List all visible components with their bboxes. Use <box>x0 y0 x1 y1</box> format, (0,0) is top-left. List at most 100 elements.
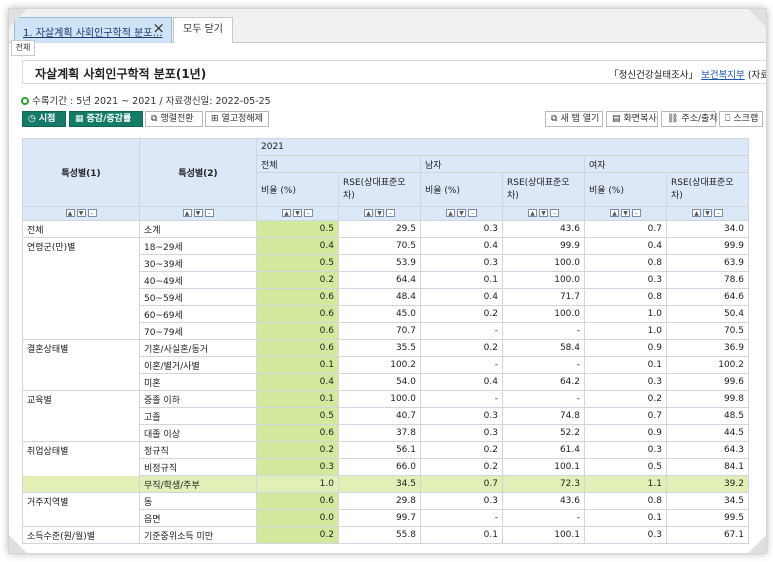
row-subcategory: 30~39세 <box>139 254 257 272</box>
table-cell: 40.7 <box>338 407 421 425</box>
table-cell: 64.4 <box>338 271 421 289</box>
title-bar: 자살계획 사회인구학적 분포(1년) 「정신건강실태조사」 보건복지부 (자료 <box>22 60 766 84</box>
table-cell: 0.0 <box>256 509 339 527</box>
table-cell: 70.7 <box>338 322 421 340</box>
sort-desc-icon[interactable]: ▼ <box>76 209 86 217</box>
table-cell: 56.1 <box>338 441 421 459</box>
table-cell: 0.3 <box>584 271 667 289</box>
sort-asc-icon[interactable]: ▲ <box>282 209 291 217</box>
sort-asc-icon[interactable]: ▲ <box>364 209 373 217</box>
table-cell: 100.0 <box>502 271 585 289</box>
table-cell: 63.9 <box>666 254 749 272</box>
change-rate-button[interactable]: ▦ 증감/증감률 <box>69 111 143 127</box>
row-subcategory: 고졸 <box>139 407 257 425</box>
sort-remove-icon[interactable]: – <box>468 209 477 217</box>
sort-desc-icon[interactable]: ▼ <box>621 209 630 217</box>
view-button[interactable]: ◷ 시점 <box>22 111 66 127</box>
screen-copy-button[interactable]: ▤ 화면복사 <box>606 111 658 127</box>
sort-desc-icon[interactable]: ▼ <box>193 209 203 217</box>
sort-asc-icon[interactable]: ▲ <box>182 209 192 217</box>
pivot-button[interactable]: ⧉ 행렬전환 <box>145 111 203 127</box>
table-cell: 99.5 <box>666 509 749 527</box>
table-cell: 0.8 <box>584 492 667 510</box>
table-cell: 99.9 <box>502 237 585 255</box>
table-row: 50~59세 0.6 48.4 0.4 71.7 0.8 64.6 <box>22 288 749 306</box>
table-cell: 0.7 <box>584 407 667 425</box>
table-cell: 70.5 <box>666 322 749 340</box>
new-tab-button[interactable]: ⧉ 새 탭 열기 <box>545 111 603 127</box>
table-cell: 0.2 <box>420 339 503 357</box>
sort-asc-icon[interactable]: ▲ <box>528 209 537 217</box>
table-row: 고졸 0.5 40.7 0.3 74.8 0.7 48.5 <box>22 407 749 425</box>
sort-asc-icon[interactable]: ▲ <box>65 209 75 217</box>
header-char1[interactable]: 특성별(1) <box>22 138 140 207</box>
row-category <box>22 509 140 527</box>
table-cell: 0.6 <box>256 339 339 357</box>
subtab-all[interactable]: 전체 <box>11 40 35 56</box>
url-source-button[interactable]: ⛓ 주소/출처 <box>661 111 718 127</box>
sort-controls: ▲ ▼ – <box>666 206 749 221</box>
sort-asc-icon[interactable]: ▲ <box>610 209 619 217</box>
table-cell: 0.3 <box>584 441 667 459</box>
sort-asc-icon[interactable]: ▲ <box>446 209 455 217</box>
table-cell: 64.2 <box>502 373 585 391</box>
scrap-button[interactable]: ⎕ 스크랩 <box>719 111 763 127</box>
sort-remove-icon[interactable]: – <box>550 209 559 217</box>
table-cell: 0.4 <box>420 373 503 391</box>
table-cell: 0.8 <box>584 288 667 306</box>
table-row: 거주지역별 동 0.6 29.8 0.3 43.6 0.8 34.5 <box>22 492 749 510</box>
row-category: 전체 <box>22 220 140 238</box>
sort-remove-icon[interactable]: – <box>386 209 395 217</box>
table-cell: 0.4 <box>584 237 667 255</box>
tab-active[interactable]: 1. 자살계획 사회인구학적 분포… × <box>14 17 172 43</box>
sort-controls: ▲ ▼ – <box>502 206 585 221</box>
sort-remove-icon[interactable]: – <box>304 209 313 217</box>
sort-remove-icon[interactable]: – <box>714 209 723 217</box>
table-row: 무직/학생/주부 1.0 34.5 0.7 72.3 1.1 39.2 <box>22 475 749 493</box>
close-all-tabs-button[interactable]: 모두 닫기 <box>173 17 233 43</box>
header-char2[interactable]: 특성별(2) <box>139 138 257 207</box>
screen-copy-label: 화면복사 <box>623 114 657 124</box>
table-cell: 99.8 <box>666 390 749 408</box>
new-tab-label: 새 탭 열기 <box>560 114 600 124</box>
unfix-column-button[interactable]: ⊞ 열고정해제 <box>205 111 269 127</box>
browser-frame: 1. 자살계획 사회인구학적 분포… × 모두 닫기 전체 자살계획 사회인구학… <box>9 9 766 553</box>
table-cell: 0.6 <box>256 288 339 306</box>
table-cell: 100.2 <box>338 356 421 374</box>
row-category <box>22 305 140 323</box>
table-cell: 0.8 <box>584 254 667 272</box>
sort-desc-icon[interactable]: ▼ <box>703 209 712 217</box>
row-category <box>22 475 140 493</box>
table-cell: 67.1 <box>666 526 749 544</box>
table-cell: 0.2 <box>584 390 667 408</box>
row-category: 거주지역별 <box>22 492 140 510</box>
sort-controls: ▲ ▼ – <box>256 206 339 221</box>
table-cell: 45.0 <box>338 305 421 323</box>
table-cell: 0.3 <box>584 373 667 391</box>
source-org-link[interactable]: 보건복지부 <box>701 70 745 81</box>
bookmark-icon: ⎕ <box>725 114 731 124</box>
new-tab-icon: ⧉ <box>551 114 558 124</box>
table-cell: 1.0 <box>256 475 339 493</box>
sort-desc-icon[interactable]: ▼ <box>539 209 548 217</box>
close-icon[interactable]: × <box>152 19 165 37</box>
table-cell: 66.0 <box>338 458 421 476</box>
scrap-label: 스크랩 <box>733 114 759 124</box>
table-cell: 0.5 <box>256 220 339 238</box>
table-cell: 0.2 <box>256 526 339 544</box>
sort-desc-icon[interactable]: ▼ <box>293 209 302 217</box>
row-category: 취업상태별 <box>22 441 140 459</box>
row-subcategory: 정규직 <box>139 441 257 459</box>
sort-remove-icon[interactable]: – <box>204 209 214 217</box>
sort-remove-icon[interactable]: – <box>87 209 97 217</box>
table-row: 결혼상태별 기혼/사실혼/동거 0.6 35.5 0.2 58.4 0.9 36.9 <box>22 339 749 357</box>
corner-fold <box>9 9 27 27</box>
link-icon: ⛓ <box>667 114 679 124</box>
sort-asc-icon[interactable]: ▲ <box>692 209 701 217</box>
sort-desc-icon[interactable]: ▼ <box>457 209 466 217</box>
table-cell: 0.4 <box>256 373 339 391</box>
table-row: 읍면 0.0 99.7- -0.1 99.5 <box>22 509 749 527</box>
tab-label[interactable]: 1. 자살계획 사회인구학적 분포… <box>23 24 162 39</box>
sort-remove-icon[interactable]: – <box>632 209 641 217</box>
sort-desc-icon[interactable]: ▼ <box>375 209 384 217</box>
